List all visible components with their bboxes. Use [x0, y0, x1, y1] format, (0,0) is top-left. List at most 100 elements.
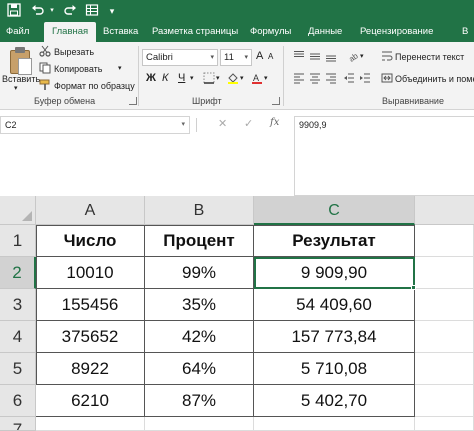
- cell-a7[interactable]: [36, 417, 145, 431]
- cell-d6[interactable]: [415, 385, 474, 417]
- align-center-icon[interactable]: [308, 72, 322, 86]
- paste-dropdown-icon[interactable]: ▾: [14, 84, 18, 92]
- cell-c1[interactable]: Результат: [254, 225, 415, 257]
- cell-c2[interactable]: 9 909,90: [254, 257, 415, 289]
- cut-icon[interactable]: [38, 45, 52, 59]
- italic-button[interactable]: К: [162, 72, 168, 84]
- tab-home[interactable]: Главная: [44, 22, 97, 42]
- orientation-dropdown-icon[interactable]: ▾: [360, 52, 364, 60]
- shrink-font-button[interactable]: A: [268, 52, 273, 61]
- cell-a6[interactable]: 6210: [36, 385, 145, 417]
- row-header-2[interactable]: 2: [0, 257, 36, 289]
- cell-d4[interactable]: [415, 321, 474, 353]
- cell-c4[interactable]: 157 773,84: [254, 321, 415, 353]
- row-header-1[interactable]: 1: [0, 225, 36, 257]
- copy-icon[interactable]: [38, 62, 52, 76]
- cell-a4[interactable]: 375652: [36, 321, 145, 353]
- cell-c6[interactable]: 5 402,70: [254, 385, 415, 417]
- font-color-icon[interactable]: A: [250, 72, 264, 86]
- clipboard-launcher-icon[interactable]: [129, 97, 137, 105]
- borders-dropdown-icon[interactable]: ▾: [216, 74, 220, 82]
- cell-a2[interactable]: 10010: [36, 257, 145, 289]
- align-left-icon[interactable]: [292, 72, 306, 86]
- tab-review[interactable]: Рецензирование: [360, 22, 433, 42]
- cell-a5[interactable]: 8922: [36, 353, 145, 385]
- font-color-dropdown-icon[interactable]: ▾: [264, 74, 268, 82]
- cell-b5[interactable]: 64%: [145, 353, 254, 385]
- merge-center-icon[interactable]: [380, 72, 394, 86]
- redo-icon[interactable]: [62, 3, 78, 19]
- copy-button[interactable]: Копировать: [54, 64, 102, 74]
- cell-b4[interactable]: 42%: [145, 321, 254, 353]
- fill-color-icon[interactable]: [226, 72, 240, 86]
- column-header-d[interactable]: [415, 196, 474, 225]
- select-all-corner[interactable]: [0, 196, 36, 225]
- row-header-6[interactable]: 6: [0, 385, 36, 417]
- underline-dropdown-icon[interactable]: ▾: [190, 74, 194, 82]
- undo-dropdown-icon[interactable]: ▾: [44, 3, 60, 19]
- grow-font-button[interactable]: A: [256, 50, 263, 62]
- bold-button[interactable]: Ж: [146, 72, 156, 84]
- wrap-text-icon[interactable]: [380, 50, 394, 64]
- cell-d7[interactable]: [415, 417, 474, 431]
- name-box[interactable]: C2 ▾: [0, 116, 190, 134]
- cell-b2[interactable]: 99%: [145, 257, 254, 289]
- cancel-icon[interactable]: ✕: [218, 117, 227, 130]
- format-painter-button[interactable]: Формат по образцу: [54, 81, 135, 91]
- wrap-text-button[interactable]: Перенести текст: [395, 52, 464, 62]
- row-header-3[interactable]: 3: [0, 289, 36, 321]
- confirm-icon[interactable]: ✓: [244, 117, 253, 130]
- tab-view[interactable]: В: [462, 22, 468, 42]
- cell-c7[interactable]: [254, 417, 415, 431]
- copy-dropdown-icon[interactable]: ▾: [118, 64, 122, 72]
- font-launcher-icon[interactable]: [272, 97, 280, 105]
- align-top-icon[interactable]: [292, 50, 306, 64]
- orientation-icon[interactable]: ab: [346, 50, 360, 64]
- cell-c3[interactable]: 54 409,60: [254, 289, 415, 321]
- column-header-c[interactable]: C: [254, 196, 415, 225]
- cell-d1[interactable]: [415, 225, 474, 257]
- save-icon[interactable]: [6, 3, 22, 19]
- cell-a3[interactable]: 155456: [36, 289, 145, 321]
- cell-d5[interactable]: [415, 353, 474, 385]
- decrease-indent-icon[interactable]: [342, 72, 356, 86]
- cell-b6[interactable]: 87%: [145, 385, 254, 417]
- cell-d2[interactable]: [415, 257, 474, 289]
- cell-c5[interactable]: 5 710,08: [254, 353, 415, 385]
- tab-file[interactable]: Файл: [6, 22, 29, 42]
- tab-data[interactable]: Данные: [308, 22, 342, 42]
- cell-b1[interactable]: Процент: [145, 225, 254, 257]
- underline-button[interactable]: Ч: [178, 72, 185, 84]
- row-header-7[interactable]: 7: [0, 417, 36, 431]
- fill-color-dropdown-icon[interactable]: ▾: [240, 74, 244, 82]
- align-middle-icon[interactable]: [308, 50, 322, 64]
- cell-b3[interactable]: 35%: [145, 289, 254, 321]
- column-header-a[interactable]: A: [36, 196, 145, 225]
- fill-handle[interactable]: [411, 285, 416, 290]
- cell-a1[interactable]: Число: [36, 225, 145, 257]
- row-header-5[interactable]: 5: [0, 353, 36, 385]
- borders-icon[interactable]: [202, 72, 216, 86]
- tab-page-layout[interactable]: Разметка страницы: [152, 22, 238, 42]
- sheet-icon[interactable]: [84, 3, 100, 19]
- customize-icon[interactable]: ▾: [104, 3, 120, 19]
- cut-button[interactable]: Вырезать: [54, 47, 94, 57]
- font-size-select[interactable]: 11 ▾: [220, 49, 252, 66]
- align-bottom-icon[interactable]: [324, 50, 338, 64]
- tab-insert[interactable]: Вставка: [103, 22, 138, 42]
- row-header-4[interactable]: 4: [0, 321, 36, 353]
- paste-icon[interactable]: [6, 46, 34, 76]
- insert-function-icon[interactable]: fx: [270, 117, 279, 128]
- tab-formulas[interactable]: Формулы: [250, 22, 291, 42]
- font-name-select[interactable]: Calibri ▾: [142, 49, 218, 66]
- increase-indent-icon[interactable]: [358, 72, 372, 86]
- cell-d3[interactable]: [415, 289, 474, 321]
- format-painter-icon[interactable]: [38, 79, 52, 93]
- merge-center-button[interactable]: Объединить и помес: [395, 74, 474, 84]
- formula-input[interactable]: 9909,9: [294, 116, 474, 196]
- align-right-icon[interactable]: [324, 72, 338, 86]
- ribbon: Вставить ▾ Вырезать Копировать ▾ Формат …: [0, 42, 474, 110]
- column-header-b[interactable]: B: [145, 196, 254, 225]
- paste-button[interactable]: Вставить: [2, 74, 40, 84]
- cell-b7[interactable]: [145, 417, 254, 431]
